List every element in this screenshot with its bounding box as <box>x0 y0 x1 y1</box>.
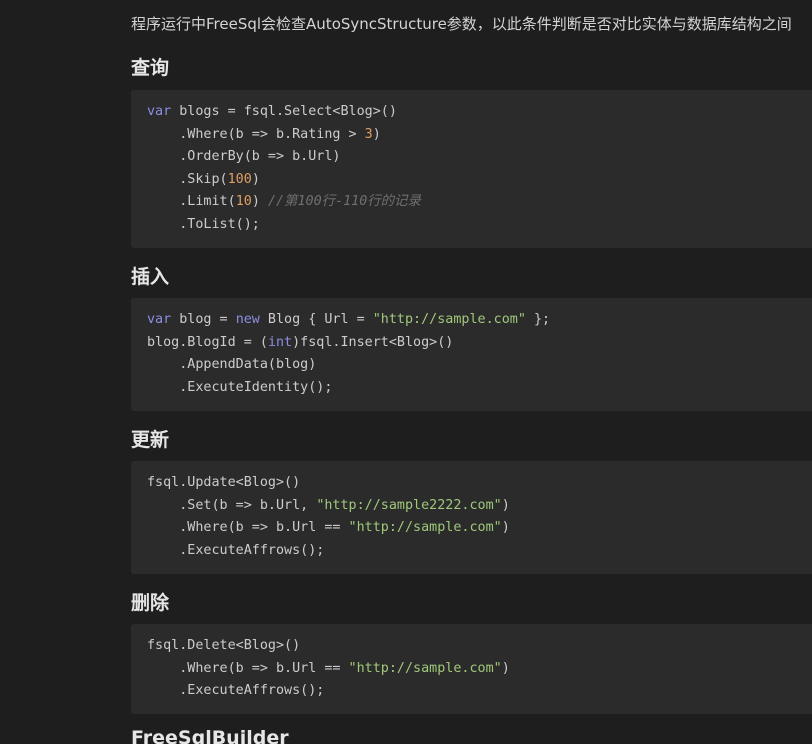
code-token-kw: new <box>235 312 260 327</box>
code-line: .AppendData(blog) <box>147 357 316 372</box>
code-token: .Set(b => b.Url, <box>147 497 317 513</box>
code-token: .Where(b => b.Url == <box>147 660 349 676</box>
code-token: ) <box>251 194 268 210</box>
code-token: blog.BlogId = ( <box>147 334 268 350</box>
code-token: Blog { Url = <box>259 312 373 327</box>
code-line: var blogs = fsql.Select<Blog>() <box>147 104 397 119</box>
code-line: var blog = new Blog { Url = "http://samp… <box>147 312 550 327</box>
code-token-num: 3 <box>364 126 373 142</box>
code-token: fsql.Delete<Blog>() <box>147 638 301 653</box>
code-token: ) <box>501 660 510 676</box>
code-line: .Where(b => b.Url == "http://sample.com"… <box>147 661 510 676</box>
code-token: .Where(b => b.Rating > <box>147 126 365 142</box>
code-token: )fsql.Insert<Blog>() <box>292 334 454 350</box>
code-line: .Where(b => b.Rating > 3) <box>147 127 381 142</box>
code-token-num: 100 <box>227 171 252 187</box>
code-token: ) <box>501 497 510 513</box>
code-token: blogs = fsql.Select<Blog>() <box>171 104 397 119</box>
code-line: .Set(b => b.Url, "http://sample2222.com"… <box>147 498 510 513</box>
code-line: .ExecuteAffrows(); <box>147 683 324 698</box>
code-token-kw: var <box>147 312 172 327</box>
code-block-query: var blogs = fsql.Select<Blog>() .Where(b… <box>131 90 812 248</box>
code-line: .OrderBy(b => b.Url) <box>147 149 340 164</box>
code-token: .ExecuteAffrows(); <box>147 542 325 558</box>
code-token: .Limit( <box>147 194 236 210</box>
code-block-update: fsql.Update<Blog>() .Set(b => b.Url, "ht… <box>131 461 812 574</box>
code-token-kw: int <box>267 334 293 350</box>
code-line: .Limit(10) //第100行-110行的记录 <box>147 194 421 209</box>
heading-delete: 删除 <box>131 592 170 614</box>
code-token-str: "http://sample.com" <box>348 520 502 536</box>
code-token: .ExecuteIdentity(); <box>147 379 333 395</box>
code-token-str: "http://sample2222.com" <box>316 497 502 513</box>
code-update: fsql.Update<Blog>() .Set(b => b.Url, "ht… <box>147 472 812 562</box>
code-line: .ExecuteAffrows(); <box>147 543 324 558</box>
code-line: .ToList(); <box>147 217 260 232</box>
code-line: .ExecuteIdentity(); <box>147 380 332 395</box>
code-token-str: "http://sample.com" <box>348 660 502 676</box>
code-token: .ToList(); <box>147 216 260 232</box>
code-token: .AppendData(blog) <box>147 357 317 373</box>
code-token: .Where(b => b.Url == <box>147 520 349 536</box>
code-token: blog = <box>171 312 236 327</box>
code-token-kw: var <box>147 104 172 119</box>
code-token: ) <box>251 171 260 187</box>
code-token: ) <box>501 520 510 536</box>
code-delete: fsql.Delete<Blog>() .Where(b => b.Url ==… <box>147 635 812 703</box>
heading-insert: 插入 <box>131 266 170 288</box>
heading-query: 查询 <box>131 57 170 79</box>
code-token: ) <box>372 126 381 142</box>
code-insert: var blog = new Blog { Url = "http://samp… <box>147 309 812 399</box>
code-line: fsql.Delete<Blog>() <box>147 638 300 653</box>
code-token: .OrderBy(b => b.Url) <box>147 149 341 165</box>
code-token: fsql.Update<Blog>() <box>147 475 301 490</box>
code-token: .ExecuteAffrows(); <box>147 683 325 699</box>
heading-freesqlbuilder: FreeSqlBuilder <box>131 727 289 744</box>
code-block-insert: var blog = new Blog { Url = "http://samp… <box>131 298 812 411</box>
heading-update: 更新 <box>131 429 170 451</box>
code-line: .Where(b => b.Url == "http://sample.com"… <box>147 520 510 535</box>
code-line: blog.BlogId = (int)fsql.Insert<Blog>() <box>147 335 453 350</box>
code-token-num: 10 <box>235 194 252 210</box>
code-line: fsql.Update<Blog>() <box>147 475 300 490</box>
code-token: }; <box>525 312 551 327</box>
code-token: .Skip( <box>147 171 228 187</box>
code-line: .Skip(100) <box>147 172 260 187</box>
code-block-delete: fsql.Delete<Blog>() .Where(b => b.Url ==… <box>131 624 812 714</box>
code-token-str: "http://sample.com" <box>372 312 526 327</box>
intro-paragraph: 程序运行中FreeSql会检查AutoSyncStructure参数，以此条件判… <box>131 15 792 33</box>
code-token-cm: //第100行-110行的记录 <box>267 194 421 210</box>
page: 程序运行中FreeSql会检查AutoSyncStructure参数，以此条件判… <box>0 0 812 744</box>
code-query: var blogs = fsql.Select<Blog>() .Where(b… <box>147 101 812 237</box>
